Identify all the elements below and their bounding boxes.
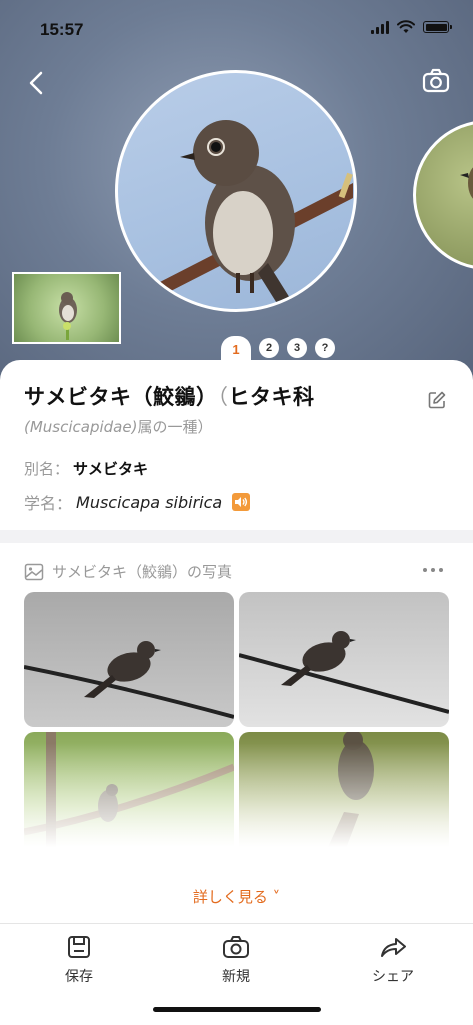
- more-options-icon[interactable]: [423, 565, 447, 575]
- bird-image: [158, 120, 353, 305]
- family-name: ヒタキ科: [228, 385, 315, 409]
- pager-dot-unknown[interactable]: ?: [315, 338, 335, 358]
- share-icon: [381, 938, 406, 957]
- camera-icon: [223, 936, 249, 958]
- wifi-icon: [397, 20, 415, 33]
- main-bird-photo[interactable]: [115, 70, 357, 312]
- bird-image: [24, 641, 234, 719]
- pager-dot-1[interactable]: 1: [221, 336, 251, 362]
- photo-pager: 1 2 3 ?: [221, 334, 335, 362]
- status-bar: 15:57: [0, 0, 473, 60]
- photo-thumbnail[interactable]: [24, 592, 234, 727]
- signal-icon: [371, 20, 389, 34]
- photo-gallery-icon: [24, 563, 44, 580]
- save-tab-label: 保存: [65, 969, 93, 985]
- share-tab[interactable]: シェア: [343, 934, 443, 986]
- pager-dot-2[interactable]: 2: [259, 338, 279, 358]
- bird-image: [239, 631, 449, 714]
- scientific-name-label: 学名：: [24, 494, 73, 513]
- bird-image: [59, 292, 77, 340]
- family-suffix: 属の一種）: [137, 418, 213, 436]
- scientific-name-value: Muscicapa sibirica: [76, 492, 223, 512]
- hero-gallery: 15:57 1 2 3 ?: [0, 0, 473, 400]
- species-name: サメビタキ（鮫鶲）: [24, 385, 218, 409]
- family-subtitle: (Muscicapidae)属の一種）: [24, 416, 212, 438]
- home-indicator: [153, 1007, 321, 1012]
- species-title: サメビタキ（鮫鶲）（ヒタキ科: [24, 382, 434, 412]
- new-tab-label: 新規: [222, 969, 250, 985]
- speaker-icon[interactable]: [232, 493, 251, 511]
- photos-section-title: サメビタキ（鮫鶲）の写真: [52, 563, 233, 581]
- species-info-card: サメビタキ（鮫鶲）（ヒタキ科 (Muscicapidae)属の一種） 別名： サメ…: [0, 360, 473, 530]
- alias-label: 別名：: [24, 460, 70, 478]
- save-icon: [68, 936, 90, 958]
- bird-image: [460, 167, 473, 199]
- alias-row: 別名： サメビタキ: [24, 458, 148, 479]
- scientific-name-row: 学名： Muscicapa sibirica: [24, 490, 251, 514]
- family-latin: (Muscicapidae): [24, 418, 138, 436]
- save-tab[interactable]: 保存: [29, 934, 129, 986]
- family-open-paren: （: [217, 385, 229, 409]
- share-tab-label: シェア: [372, 969, 414, 985]
- status-time: 15:57: [40, 20, 84, 39]
- battery-icon: [423, 21, 452, 33]
- new-tab[interactable]: 新規: [186, 934, 286, 986]
- edit-icon[interactable]: [427, 390, 447, 410]
- source-photo-thumbnail[interactable]: [12, 272, 121, 344]
- back-chevron-icon[interactable]: [22, 68, 52, 98]
- see-more-link[interactable]: 詳しく見る ˅: [0, 886, 473, 907]
- photo-thumbnail[interactable]: [239, 592, 449, 727]
- next-bird-photo[interactable]: [413, 120, 473, 270]
- camera-icon[interactable]: [421, 66, 451, 96]
- photos-section: サメビタキ（鮫鶲）の写真 詳しく見る ˅: [0, 543, 473, 923]
- alias-value: サメビタキ: [73, 460, 149, 478]
- pager-dot-3[interactable]: 3: [287, 338, 307, 358]
